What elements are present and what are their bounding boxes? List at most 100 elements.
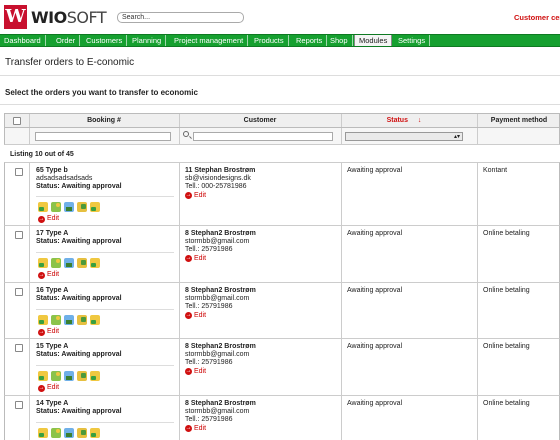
header-booking[interactable]: Booking # xyxy=(29,114,179,127)
group-icon[interactable] xyxy=(51,371,61,381)
customer-email[interactable]: stormbb@gmail.com xyxy=(185,238,256,246)
edit-booking-link[interactable]: → Edit xyxy=(38,271,59,279)
row-checkbox[interactable] xyxy=(15,401,23,409)
row-checkbox[interactable] xyxy=(15,168,23,176)
row-actions xyxy=(38,202,103,212)
row-actions xyxy=(38,428,103,438)
nav-order[interactable]: Order xyxy=(52,35,81,46)
search-input[interactable]: Search... xyxy=(117,12,244,23)
nav-project-management[interactable]: Project management xyxy=(170,35,249,46)
assign-user-icon[interactable] xyxy=(38,371,48,381)
booking-number[interactable]: 16 Type A xyxy=(36,287,122,295)
divider xyxy=(341,396,342,440)
booking-number[interactable]: 65 Type b xyxy=(36,167,122,175)
customer-filter-input[interactable] xyxy=(193,132,333,141)
edit-booking-link[interactable]: → Edit xyxy=(38,384,59,392)
edit-customer-link[interactable]: → Edit xyxy=(185,368,206,376)
nav-settings[interactable]: Settings xyxy=(394,35,431,46)
assign-user-icon[interactable] xyxy=(38,315,48,325)
brand-logo[interactable]: W xyxy=(4,5,27,29)
add-icon[interactable] xyxy=(90,258,100,268)
customer-name[interactable]: 8 Stephan2 Brostrøm xyxy=(185,287,256,295)
customer-name[interactable]: 8 Stephan2 Brostrøm xyxy=(185,400,256,408)
divider xyxy=(341,226,342,283)
divider xyxy=(29,339,30,396)
customer-email[interactable]: sb@visiondesigns.dk xyxy=(185,175,255,183)
group-icon[interactable] xyxy=(51,315,61,325)
document-icon[interactable] xyxy=(77,428,87,438)
nav-planning[interactable]: Planning xyxy=(128,35,167,46)
divider xyxy=(477,128,478,144)
header-customer[interactable]: Customer xyxy=(179,114,341,127)
header-status[interactable]: Status ↓ xyxy=(341,114,467,127)
filter-row: ▴▾ xyxy=(4,128,560,145)
edit-booking-link[interactable]: → Edit xyxy=(38,328,59,336)
status-filter-select[interactable]: ▴▾ xyxy=(345,132,463,141)
edit-customer-link[interactable]: → Edit xyxy=(185,312,206,320)
nav-shop[interactable]: Shop xyxy=(326,35,353,46)
row-actions xyxy=(38,371,103,381)
document-icon[interactable] xyxy=(77,202,87,212)
main-nav: Dashboard Order Customers Planning Proje… xyxy=(0,34,560,47)
add-icon[interactable] xyxy=(90,202,100,212)
transfer-icon[interactable] xyxy=(64,202,74,212)
header-payment-method[interactable]: Payment method xyxy=(477,114,560,127)
group-icon[interactable] xyxy=(51,258,61,268)
document-icon[interactable] xyxy=(77,258,87,268)
customer-cell: 8 Stephan2 Brostrøm stormbb@gmail.com Te… xyxy=(185,400,256,433)
customer-name[interactable]: 8 Stephan2 Brostrøm xyxy=(185,230,256,238)
transfer-icon[interactable] xyxy=(64,258,74,268)
nav-dashboard[interactable]: Dashboard xyxy=(0,35,46,46)
document-icon[interactable] xyxy=(77,315,87,325)
divider xyxy=(29,163,30,226)
group-icon[interactable] xyxy=(51,202,61,212)
customer-email[interactable]: stormbb@gmail.com xyxy=(185,408,256,416)
divider xyxy=(0,104,560,105)
group-icon[interactable] xyxy=(51,428,61,438)
nav-products[interactable]: Products xyxy=(250,35,289,46)
transfer-icon[interactable] xyxy=(64,428,74,438)
transfer-icon[interactable] xyxy=(64,371,74,381)
edit-booking-link[interactable]: → Edit xyxy=(38,215,59,223)
assign-user-icon[interactable] xyxy=(38,202,48,212)
edit-icon: → xyxy=(38,384,45,392)
status-cell: Awaiting approval xyxy=(347,400,403,407)
row-actions xyxy=(38,315,103,325)
divider xyxy=(36,309,174,310)
document-icon[interactable] xyxy=(77,371,87,381)
edit-customer-link[interactable]: → Edit xyxy=(185,255,206,263)
nav-customers[interactable]: Customers xyxy=(82,35,128,46)
add-icon[interactable] xyxy=(90,315,100,325)
row-checkbox[interactable] xyxy=(15,288,23,296)
table-row: 17 Type A Status: Awaiting approval → Edi… xyxy=(4,225,560,283)
customer-name[interactable]: 8 Stephan2 Brostrøm xyxy=(185,343,256,351)
edit-label: Edit xyxy=(194,191,207,199)
nav-modules[interactable]: Modules xyxy=(354,35,393,46)
customer-email[interactable]: stormbb@gmail.com xyxy=(185,295,256,303)
booking-filter-input[interactable] xyxy=(35,132,171,141)
search-icon xyxy=(183,131,189,137)
select-all-checkbox[interactable] xyxy=(13,117,21,125)
booking-number[interactable]: 17 Type A xyxy=(36,230,122,238)
transfer-icon[interactable] xyxy=(64,315,74,325)
assign-user-icon[interactable] xyxy=(38,428,48,438)
customer-center-link[interactable]: Customer cen xyxy=(514,13,560,22)
add-icon[interactable] xyxy=(90,371,100,381)
divider xyxy=(29,283,30,339)
divider xyxy=(29,396,30,440)
add-icon[interactable] xyxy=(90,428,100,438)
divider xyxy=(477,163,478,226)
customer-name[interactable]: 11 Stephan Brostrøm xyxy=(185,167,255,175)
customer-email[interactable]: stormbb@gmail.com xyxy=(185,351,256,359)
edit-label: Edit xyxy=(47,384,60,391)
customer-cell: 11 Stephan Brostrøm sb@visiondesigns.dk … xyxy=(185,167,255,200)
nav-reports[interactable]: Reports xyxy=(292,35,328,46)
booking-number[interactable]: 14 Type A xyxy=(36,400,122,408)
edit-customer-link[interactable]: → Edit xyxy=(185,425,206,433)
edit-customer-link[interactable]: → Edit xyxy=(185,192,206,200)
booking-number[interactable]: 15 Type A xyxy=(36,343,122,351)
assign-user-icon[interactable] xyxy=(38,258,48,268)
payment-cell: Online betaling xyxy=(483,400,530,407)
row-checkbox[interactable] xyxy=(15,231,23,239)
row-checkbox[interactable] xyxy=(15,344,23,352)
